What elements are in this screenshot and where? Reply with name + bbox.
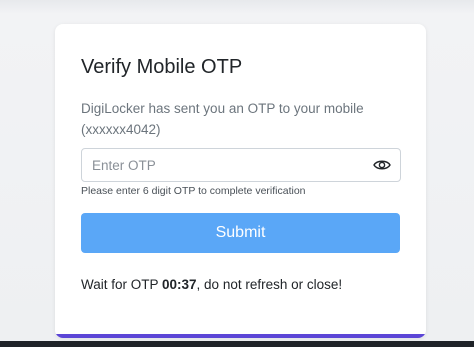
wait-prefix: Wait for OTP xyxy=(81,277,163,292)
page-title: Verify Mobile OTP xyxy=(81,56,243,78)
otp-field xyxy=(81,148,401,182)
otp-wait-message: Wait for OTP 00:37, do not refresh or cl… xyxy=(81,277,342,292)
otp-sent-message: DigiLocker has sent you an OTP to your m… xyxy=(81,101,364,137)
eye-icon[interactable] xyxy=(373,157,391,173)
submit-button[interactable]: Submit xyxy=(81,213,400,253)
otp-timer: 00:37 xyxy=(162,277,197,292)
bottom-strip xyxy=(0,341,474,347)
verify-otp-card: Verify Mobile OTP DigiLocker has sent yo… xyxy=(55,24,426,338)
wait-suffix: , do not refresh or close! xyxy=(196,277,343,292)
card-accent-bar xyxy=(55,334,426,338)
otp-hint: Please enter 6 digit OTP to complete ver… xyxy=(81,185,306,197)
otp-input[interactable] xyxy=(82,149,362,181)
